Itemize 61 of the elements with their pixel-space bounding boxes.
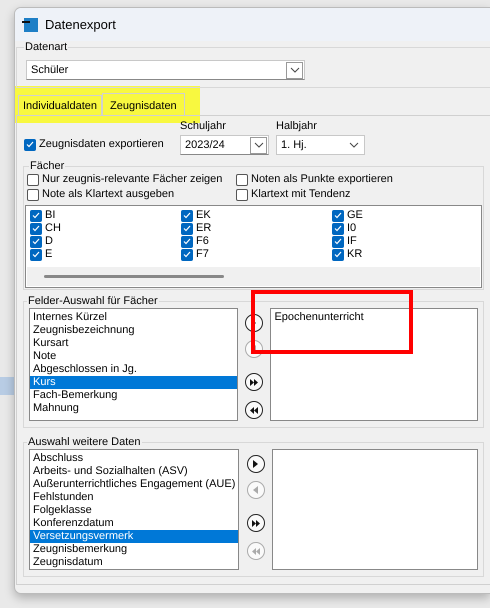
list-item[interactable]: Kurs: [30, 376, 237, 389]
checkbox[interactable]: D: [30, 235, 181, 248]
list-item[interactable]: Abschluss: [30, 452, 238, 465]
chevron-down-icon: [290, 67, 300, 73]
list-item[interactable]: Internes Kürzel: [30, 311, 237, 324]
checkbox[interactable]: BI: [30, 209, 181, 222]
group-label: Felder-Auswahl für Fächer: [27, 295, 159, 308]
horizontal-scrollbar[interactable]: [27, 267, 480, 286]
list-item[interactable]: Außerunterrichtliches Engagement (AUE): [30, 478, 238, 491]
add-button[interactable]: [246, 455, 265, 473]
list-item[interactable]: Fach-Bemerkung: [30, 389, 237, 402]
list-item[interactable]: Mahnung: [30, 402, 237, 415]
chevron-down-icon: [349, 142, 359, 148]
checkbox[interactable]: Noten als Punkte exportieren: [236, 173, 482, 186]
list-item[interactable]: Fehlstunden: [30, 491, 238, 504]
list-item[interactable]: Versetzungsvermerk: [30, 530, 238, 543]
add-all-button[interactable]: [246, 514, 265, 532]
checkbox[interactable]: E: [30, 248, 181, 261]
remove-all-button[interactable]: [244, 401, 263, 419]
checkbox[interactable]: ER: [181, 222, 332, 235]
checkbox[interactable]: GE: [332, 209, 481, 222]
halbjahr-dropdown[interactable]: 1. Hj.: [276, 135, 365, 155]
checkbox[interactable]: Nur zeugnis-relevante Fächer zeigen: [27, 173, 236, 186]
checkbox[interactable]: EK: [181, 209, 332, 222]
rewind-icon: [252, 548, 260, 554]
app-icon: [22, 16, 39, 32]
list-item[interactable]: Zeugnisdatum: [30, 556, 238, 569]
list-item[interactable]: Abgeschlossen in Jg.: [30, 363, 237, 376]
window-title: Datenexport: [45, 18, 116, 31]
background-window-selection: [0, 377, 14, 395]
list-item[interactable]: Note: [30, 350, 237, 363]
field-label: Halbjahr: [276, 120, 318, 133]
checkbox[interactable]: Note als Klartext ausgeben: [27, 188, 236, 201]
group-label: Datenart: [24, 41, 68, 54]
add-all-button[interactable]: [244, 373, 263, 391]
checkbox[interactable]: Klartext mit Tendenz: [236, 188, 482, 201]
list-item[interactable]: Konferenzdatum: [30, 517, 238, 530]
check-icon: [26, 141, 34, 148]
datenart-dropdown[interactable]: Schüler: [26, 60, 305, 80]
scrollbar-thumb[interactable]: [44, 275, 224, 278]
schuljahr-dropdown[interactable]: 2023/24: [180, 135, 269, 155]
checkbox[interactable]: CH: [30, 222, 181, 235]
list-item[interactable]: Epochenunterricht: [271, 311, 477, 324]
group-label: Fächer: [29, 160, 66, 173]
checkbox[interactable]: F7: [181, 248, 332, 261]
rewind-icon: [250, 406, 258, 414]
chevron-down-icon: [254, 142, 264, 148]
group-label: Auswahl weitere Daten: [27, 436, 142, 449]
list-item[interactable]: Arbeits- und Sozialhalten (ASV): [30, 465, 238, 478]
list-item[interactable]: Zeugnisbezeichnung: [30, 324, 237, 337]
checkbox[interactable]: I0: [332, 222, 481, 235]
checkbox[interactable]: Zeugnisdaten exportieren: [24, 138, 164, 151]
fast-forward-icon: [250, 378, 258, 386]
list-item[interactable]: Folgeklasse: [30, 504, 238, 517]
list-item[interactable]: Zeugnisbemerkung: [30, 543, 238, 556]
list-item[interactable]: Kursart: [30, 337, 237, 350]
fast-forward-icon: [252, 520, 260, 526]
field-label: Schuljahr: [180, 120, 227, 133]
checkbox[interactable]: KR: [332, 248, 481, 261]
checkbox[interactable]: IF: [332, 235, 481, 248]
checkbox[interactable]: F6: [181, 235, 332, 248]
